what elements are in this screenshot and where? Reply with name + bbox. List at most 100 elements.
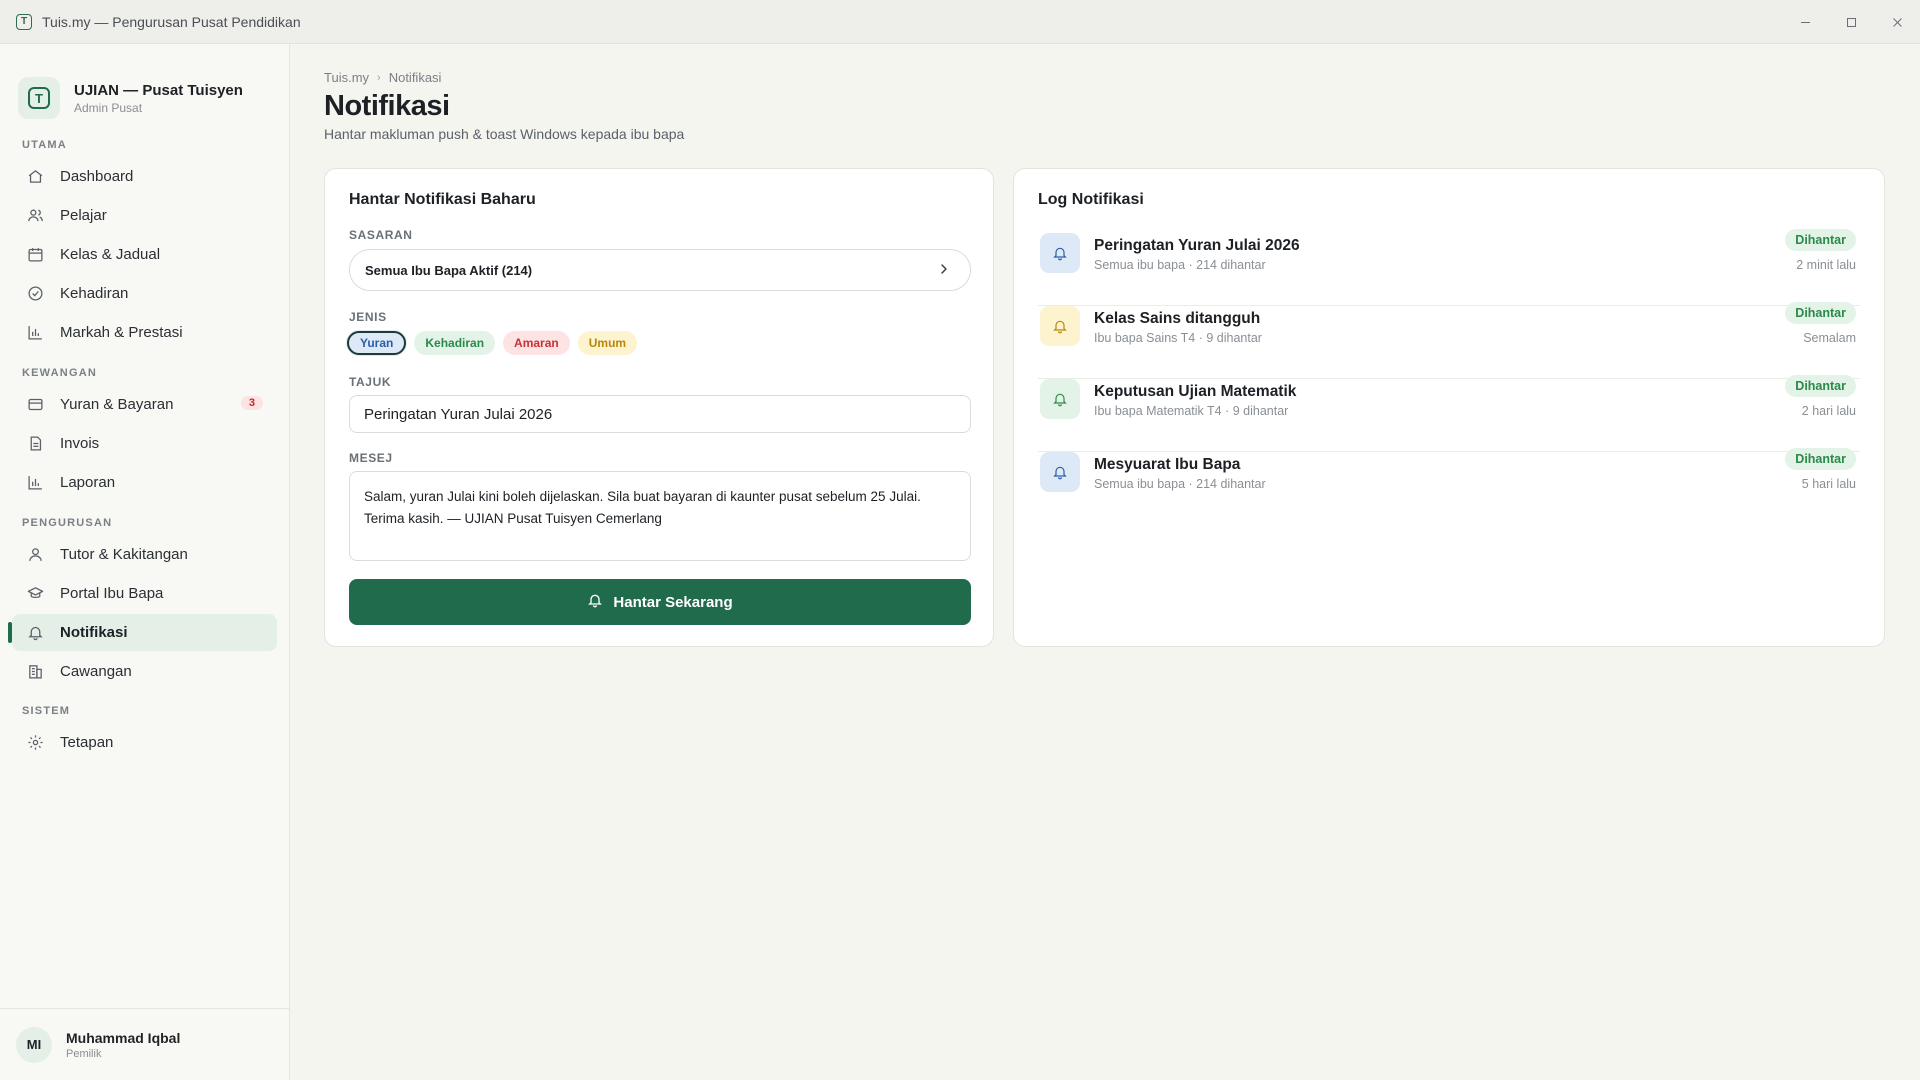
breadcrumb-home[interactable]: Tuis.my [324,70,369,85]
type-chips: Yuran Kehadiran Amaran Umum [347,331,638,355]
status-badge: Dihantar [1785,229,1856,251]
user-profile[interactable]: MI Muhammad Iqbal Pemilik [0,1008,290,1080]
status-badge: Dihantar [1785,375,1856,397]
close-icon[interactable] [1874,0,1920,44]
target-value: Semua Ibu Bapa Aktif (214) [365,262,533,278]
sidebar-item-laporan[interactable]: Laporan [12,464,277,501]
page-subtitle: Hantar makluman push & toast Windows kep… [324,126,685,142]
building-icon [26,663,44,681]
sidebar-item-markah-prestasi[interactable]: Markah & Prestasi [12,314,277,351]
message-label: MESEJ [349,451,393,465]
bell-icon [1040,452,1080,492]
sidebar-item-notifikasi[interactable]: Notifikasi [8,614,277,651]
bell-icon [1040,379,1080,419]
log-item-meta: Semua ibu bapa · 214 dihantar [1094,258,1266,272]
bell-icon [26,624,44,642]
sidebar-item-label: Portal Ibu Bapa [60,585,164,602]
sidebar-item-tetapan[interactable]: Tetapan [12,724,277,761]
brand-sub: Admin Pusat [74,100,143,115]
user-role: Pemilik [66,1047,102,1060]
chevron-right-icon: › [377,71,381,84]
send-now-button[interactable]: Hantar Sekarang [349,579,971,625]
app-icon: T [16,13,32,30]
bar-chart-icon [26,474,44,492]
sidebar-item-label: Yuran & Bayaran [60,396,174,413]
log-item-time: 2 hari lalu [1801,404,1856,418]
log-item-title: Mesyuarat Ibu Bapa [1094,456,1241,473]
calendar-icon [26,246,44,264]
document-icon [26,435,44,453]
bell-icon [587,592,603,612]
sidebar-item-yuran-bayaran[interactable]: Yuran & Bayaran 3 [12,386,277,423]
log-item[interactable]: Keputusan Ujian Matematik Ibu bapa Matem… [1038,375,1860,452]
sidebar-item-kehadiran[interactable]: Kehadiran [12,275,277,312]
log-item-title: Peringatan Yuran Julai 2026 [1094,237,1300,254]
target-label: SASARAN [349,228,413,242]
sidebar-item-label: Tetapan [60,734,114,751]
type-chip-kehadiran[interactable]: Kehadiran [414,331,496,355]
users-icon [26,207,44,225]
brand: T UJIAN — Pusat Tuisyen Admin Pusat [0,44,289,130]
minimize-icon[interactable] [1782,0,1828,44]
log-item-meta: Semua ibu bapa · 214 dihantar [1094,477,1266,491]
maximize-icon[interactable] [1828,0,1874,44]
sidebar-item-dashboard[interactable]: Dashboard [12,158,277,195]
sidebar: T UJIAN — Pusat Tuisyen Admin Pusat UTAM… [0,44,290,1080]
bar-chart-icon [26,324,44,342]
message-textarea[interactable]: Salam, yuran Julai kini boleh dijelaskan… [349,471,971,561]
sidebar-item-cawangan[interactable]: Cawangan [12,653,277,690]
sidebar-item-label: Dashboard [60,168,134,185]
home-icon [26,168,44,186]
sidebar-item-label: Pelajar [60,207,107,224]
log-item-title: Kelas Sains ditangguh [1094,310,1261,327]
log-title: Log Notifikasi [1038,191,1144,208]
sidebar-item-tutor-kakitangan[interactable]: Tutor & Kakitangan [12,536,277,573]
credit-card-icon [26,396,44,414]
sidebar-item-label: Cawangan [60,663,132,680]
sidebar-item-label: Kehadiran [60,285,129,302]
nav-section-kewangan: KEWANGAN [22,367,97,379]
gear-icon [26,734,44,752]
target-select[interactable]: Semua Ibu Bapa Aktif (214) [349,249,971,291]
brand-logo: T [18,77,60,119]
log-item-title: Keputusan Ujian Matematik [1094,383,1297,400]
sidebar-item-label: Tutor & Kakitangan [60,546,188,563]
notification-badge: 3 [240,396,263,410]
breadcrumb-current: Notifikasi [388,70,442,85]
check-circle-icon [26,285,44,303]
bell-icon [1040,306,1080,346]
sidebar-item-kelas-jadual[interactable]: Kelas & Jadual [12,236,277,273]
log-item-meta: Ibu bapa Sains T4 · 9 dihantar [1094,331,1262,345]
window-title: Tuis.my — Pengurusan Pusat Pendidikan [42,13,301,30]
log-item[interactable]: Peringatan Yuran Julai 2026 Semua ibu ba… [1038,229,1860,306]
log-item-time: Semalam [1803,331,1856,345]
log-item-time: 2 minit lalu [1796,258,1856,272]
subject-input[interactable]: Peringatan Yuran Julai 2026 [349,395,971,433]
nav-section-utama: UTAMA [22,139,67,151]
subject-label: TAJUK [349,375,392,389]
type-chip-umum[interactable]: Umum [577,331,638,355]
window-controls [1782,0,1920,44]
log-item[interactable]: Mesyuarat Ibu Bapa Semua ibu bapa · 214 … [1038,448,1860,525]
breadcrumb: Tuis.my › Notifikasi [324,70,441,85]
nav-section-sistem: SISTEM [22,705,71,717]
sidebar-item-invois[interactable]: Invois [12,425,277,462]
bell-icon [1040,233,1080,273]
type-chip-amaran[interactable]: Amaran [503,331,570,355]
type-label: JENIS [349,310,387,324]
chevron-right-icon [936,261,952,280]
type-chip-yuran[interactable]: Yuran [347,331,407,355]
title-bar: T Tuis.my — Pengurusan Pusat Pendidikan [0,0,1920,44]
log-item-time: 5 hari lalu [1801,477,1856,491]
sidebar-item-label: Markah & Prestasi [60,324,183,341]
log-item[interactable]: Kelas Sains ditangguh Ibu bapa Sains T4 … [1038,302,1860,379]
status-badge: Dihantar [1785,448,1856,470]
sidebar-item-label: Kelas & Jadual [60,246,161,263]
sidebar-item-label: Notifikasi [60,624,128,641]
sidebar-item-pelajar[interactable]: Pelajar [12,197,277,234]
sidebar-item-label: Invois [60,435,100,452]
user-name: Muhammad Iqbal [66,1029,181,1046]
log-item-meta: Ibu bapa Matematik T4 · 9 dihantar [1094,404,1289,418]
brand-logo-letter: T [28,87,50,109]
sidebar-item-portal-ibu-bapa[interactable]: Portal Ibu Bapa [12,575,277,612]
